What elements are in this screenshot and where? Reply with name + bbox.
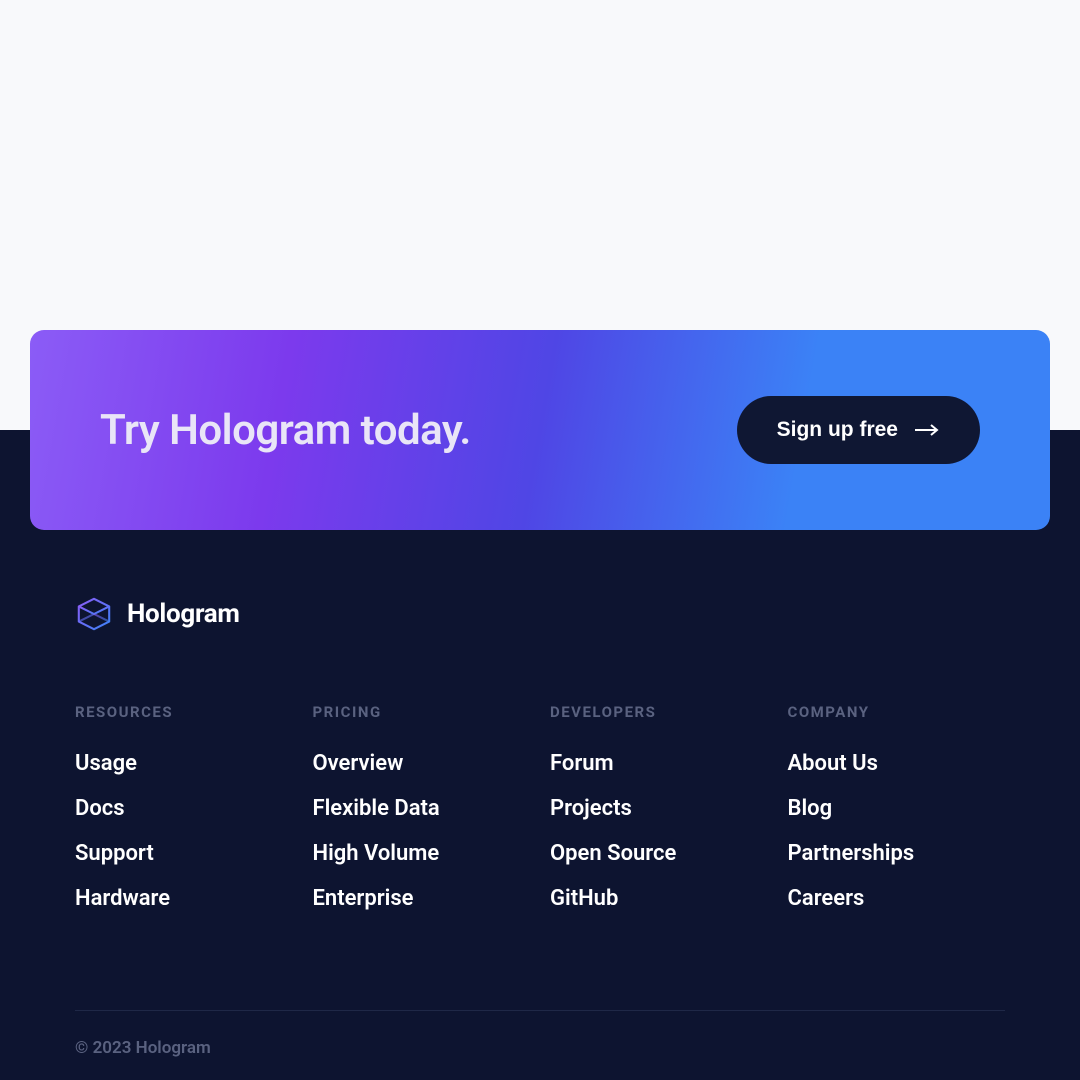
cta-banner: Try Hologram today. Sign up free bbox=[30, 330, 1050, 530]
col-title-developers: Developers bbox=[550, 703, 768, 721]
footer-col-resources: Resources Usage Docs Support Hardware bbox=[75, 703, 293, 911]
brand-name: Hologram bbox=[127, 599, 240, 629]
footer-col-company: Company About Us Blog Partnerships Caree… bbox=[788, 703, 1006, 911]
link-blog[interactable]: Blog bbox=[788, 796, 1006, 821]
link-support[interactable]: Support bbox=[75, 841, 293, 866]
link-github[interactable]: GitHub bbox=[550, 886, 768, 911]
link-projects[interactable]: Projects bbox=[550, 796, 768, 821]
copyright: © 2023 Hologram bbox=[75, 1038, 211, 1058]
link-about-us[interactable]: About Us bbox=[788, 751, 1006, 776]
link-overview[interactable]: Overview bbox=[313, 751, 531, 776]
cube-icon bbox=[75, 595, 113, 633]
link-partnerships[interactable]: Partnerships bbox=[788, 841, 1006, 866]
link-usage[interactable]: Usage bbox=[75, 751, 293, 776]
footer-divider bbox=[75, 1010, 1005, 1011]
footer-col-developers: Developers Forum Projects Open Source Gi… bbox=[550, 703, 768, 911]
link-high-volume[interactable]: High Volume bbox=[313, 841, 531, 866]
col-title-resources: Resources bbox=[75, 703, 293, 721]
link-careers[interactable]: Careers bbox=[788, 886, 1006, 911]
link-enterprise[interactable]: Enterprise bbox=[313, 886, 531, 911]
footer-content: Hologram Resources Usage Docs Support Ha… bbox=[75, 595, 1005, 911]
arrow-right-icon bbox=[914, 423, 940, 437]
signup-button-label: Sign up free bbox=[777, 418, 898, 442]
link-hardware[interactable]: Hardware bbox=[75, 886, 293, 911]
link-flexible-data[interactable]: Flexible Data bbox=[313, 796, 531, 821]
col-title-company: Company bbox=[788, 703, 1006, 721]
link-forum[interactable]: Forum bbox=[550, 751, 768, 776]
footer-columns: Resources Usage Docs Support Hardware Pr… bbox=[75, 703, 1005, 911]
footer-col-pricing: Pricing Overview Flexible Data High Volu… bbox=[313, 703, 531, 911]
col-title-pricing: Pricing bbox=[313, 703, 531, 721]
link-open-source[interactable]: Open Source bbox=[550, 841, 768, 866]
signup-button[interactable]: Sign up free bbox=[737, 396, 980, 464]
brand: Hologram bbox=[75, 595, 1005, 633]
cta-title: Try Hologram today. bbox=[100, 406, 471, 455]
link-docs[interactable]: Docs bbox=[75, 796, 293, 821]
